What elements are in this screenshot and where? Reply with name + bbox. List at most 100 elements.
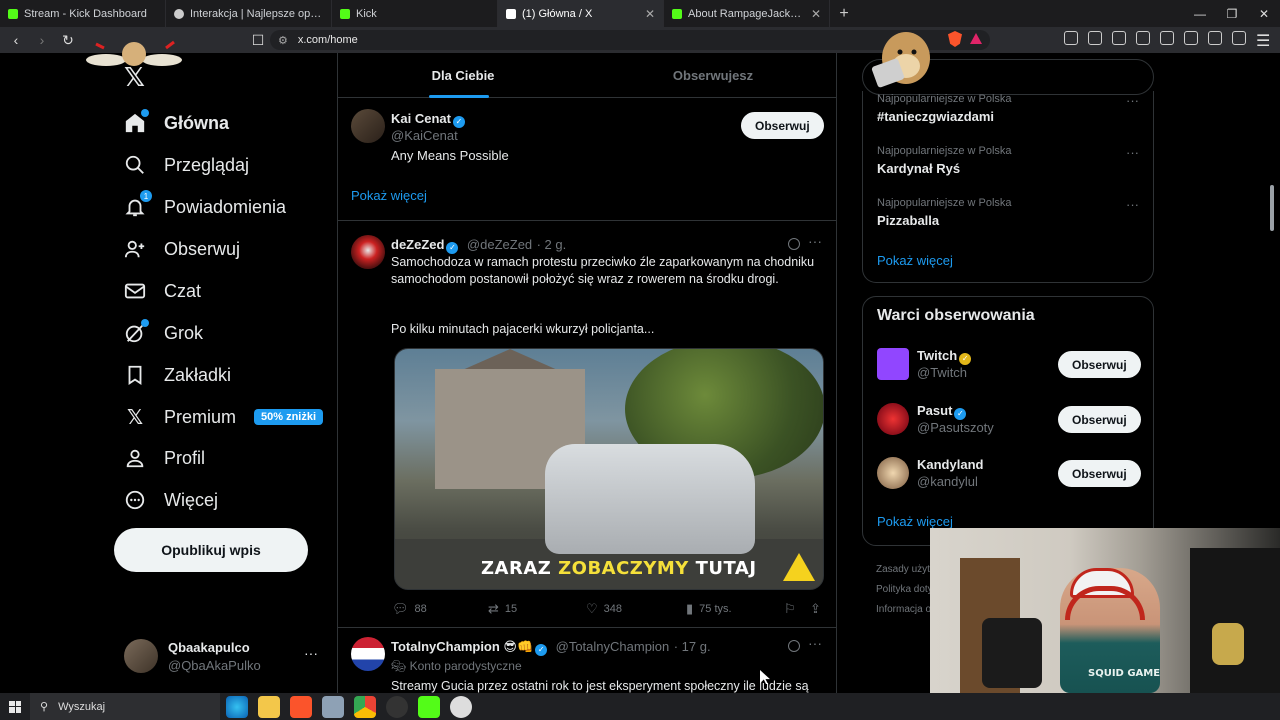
grok-explain-icon[interactable]	[788, 238, 800, 250]
browser-tab-active[interactable]: (1) Główna / X ✕	[498, 0, 664, 27]
trend-more-icon[interactable]: ···	[1126, 145, 1139, 160]
extension-icon[interactable]	[1160, 31, 1174, 45]
extension-icon[interactable]	[1136, 31, 1150, 45]
bookmark-page-icon[interactable]: ☐	[248, 32, 268, 49]
post-button[interactable]: Opublikuj wpis	[114, 528, 308, 572]
avatar[interactable]	[351, 109, 385, 143]
footer-link[interactable]: Informacja o	[876, 600, 935, 620]
nav-item-grok[interactable]: Grok	[124, 317, 203, 349]
page-scrollbar[interactable]	[1270, 185, 1274, 231]
reply-button[interactable]: 💬︎ 88	[392, 601, 427, 617]
nav-item-follow[interactable]: Obserwuj	[124, 233, 240, 265]
back-icon[interactable]: ‹	[6, 32, 26, 48]
kick-icon	[672, 8, 682, 19]
nav-item-explore[interactable]: Przeglądaj	[124, 149, 249, 181]
nav-item-more[interactable]: Więcej	[124, 484, 218, 516]
trends-show-more-link[interactable]: Pokaż więcej	[877, 253, 953, 268]
extension-icon[interactable]	[1232, 31, 1246, 45]
trend-item[interactable]: Najpopularniejsze w Polska Pizzaballa ··…	[877, 197, 1147, 237]
close-tab-icon[interactable]: ✕	[645, 7, 655, 21]
active-tab-underline	[429, 95, 489, 98]
who-to-follow-panel: Warci obserwowania Twitch ✓ @Twitch Obser…	[862, 296, 1154, 546]
browser-tab[interactable]: Interakcja | Najlepsze oprogramowanie	[166, 0, 332, 27]
who-to-follow-item[interactable]: Kandyland @kandylul Obserwuj	[877, 457, 1143, 493]
account-switcher[interactable]: Qbaakapulco @QbaAkaPulko ···	[124, 639, 324, 675]
avatar[interactable]	[351, 235, 385, 269]
extension-icon[interactable]	[1112, 31, 1126, 45]
close-tab-icon[interactable]: ✕	[811, 7, 821, 21]
nav-item-bookmarks[interactable]: Zakładki	[124, 359, 231, 391]
tab-following[interactable]: Obserwujesz	[588, 53, 836, 98]
nav-item-notifications[interactable]: 1 Powiadomienia	[124, 190, 286, 223]
kick-app-icon[interactable]	[418, 695, 440, 718]
follow-button[interactable]: Obserwuj	[1058, 406, 1141, 433]
taskbar-apps	[226, 693, 472, 720]
who-to-follow-title: Warci obserwowania	[877, 307, 1035, 324]
obs-icon[interactable]	[386, 695, 408, 718]
folder-icon[interactable]	[258, 695, 280, 718]
trend-item[interactable]: Najpopularniejsze w Polska #tanieczgwiaz…	[877, 93, 1147, 133]
show-more-link[interactable]: Pokaż więcej	[351, 188, 427, 203]
repost-button[interactable]: ⇄ 15	[488, 601, 517, 617]
trend-more-icon[interactable]: ···	[1126, 197, 1139, 212]
who-show-more-link[interactable]: Pokaż więcej	[877, 514, 953, 529]
menu-icon[interactable]: ☰	[1256, 31, 1270, 50]
chair	[982, 618, 1042, 688]
edge-icon[interactable]	[226, 695, 248, 718]
brave-rewards-icon[interactable]	[970, 33, 982, 44]
reload-icon[interactable]: ↻	[58, 32, 78, 49]
extension-icon[interactable]	[1184, 31, 1198, 45]
tweet-video[interactable]: ZARAZ ZOBACZYMY TUTAJ	[394, 348, 824, 590]
grok-icon	[124, 319, 149, 344]
like-button[interactable]: ♡ 348	[586, 601, 622, 617]
extension-icon[interactable]	[1208, 31, 1222, 45]
close-window-icon[interactable]: ✕	[1248, 0, 1280, 27]
browser-tab[interactable]: Kick	[332, 0, 498, 27]
app-icon[interactable]	[450, 695, 472, 718]
new-tab-button[interactable]: +	[830, 0, 858, 27]
verified-badge-icon: ✓	[452, 116, 465, 128]
suggested-user-name[interactable]: Kai Cenat ✓	[391, 110, 465, 128]
tweet-text: Po kilku minutach pajacerki wkurzył poli…	[391, 322, 655, 336]
who-to-follow-item[interactable]: Twitch ✓ @Twitch Obserwuj	[877, 348, 1143, 384]
twitch-avatar	[877, 348, 909, 380]
brave-icon[interactable]	[290, 695, 312, 718]
heart-icon: ♡	[586, 601, 598, 616]
chrome-icon[interactable]	[354, 695, 376, 718]
follow-button[interactable]: Obserwuj	[741, 112, 824, 139]
minimize-icon[interactable]: —	[1184, 0, 1216, 27]
who-to-follow-item[interactable]: Pasut ✓ @Pasutszoty Obserwuj	[877, 403, 1143, 439]
browser-tab[interactable]: Stream - Kick Dashboard	[0, 0, 166, 27]
taskbar-search[interactable]: ⚲ Wyszukaj	[30, 693, 220, 720]
views-button[interactable]: ▮ 75 tys.	[686, 601, 732, 617]
tweet-more-icon[interactable]: ···	[808, 233, 822, 249]
site-info-icon[interactable]: ⚙	[278, 34, 288, 47]
x-icon	[506, 8, 516, 19]
nav-item-premium[interactable]: 𝕏 Premium 50% zniżki	[124, 401, 324, 433]
forward-icon[interactable]: ›	[32, 32, 52, 48]
views-icon: ▮	[686, 601, 694, 616]
footer-link[interactable]: Polityka doty	[876, 580, 935, 600]
browser-tab[interactable]: About RampageJackson - Watch Live✕	[664, 0, 830, 27]
trend-item[interactable]: Najpopularniejsze w Polska Kardynał Ryś …	[877, 145, 1147, 185]
follow-button[interactable]: Obserwuj	[1058, 351, 1141, 378]
extension-icon[interactable]	[1064, 31, 1078, 45]
bookmark-button[interactable]: ⚐	[784, 601, 796, 617]
avatar[interactable]	[351, 637, 385, 671]
restore-icon[interactable]: ❐	[1216, 0, 1248, 27]
nav-item-profile[interactable]: Profil	[124, 442, 205, 474]
tweet-more-icon[interactable]: ···	[808, 635, 822, 651]
home-icon	[124, 109, 149, 134]
extension-icon[interactable]	[1088, 31, 1102, 45]
grok-explain-icon[interactable]	[788, 640, 800, 652]
footer-link[interactable]: Zasady użytk	[876, 560, 935, 580]
nav-item-chat[interactable]: Czat	[124, 275, 201, 307]
start-button[interactable]	[0, 693, 30, 720]
trend-more-icon[interactable]: ···	[1126, 93, 1139, 108]
account-more-icon[interactable]: ···	[304, 645, 318, 661]
share-button[interactable]: ⇪	[810, 601, 821, 617]
app-icon[interactable]	[322, 695, 344, 718]
nav-item-home[interactable]: Główna	[124, 107, 229, 139]
tab-for-you[interactable]: Dla Ciebie	[338, 53, 588, 98]
follow-button[interactable]: Obserwuj	[1058, 460, 1141, 487]
